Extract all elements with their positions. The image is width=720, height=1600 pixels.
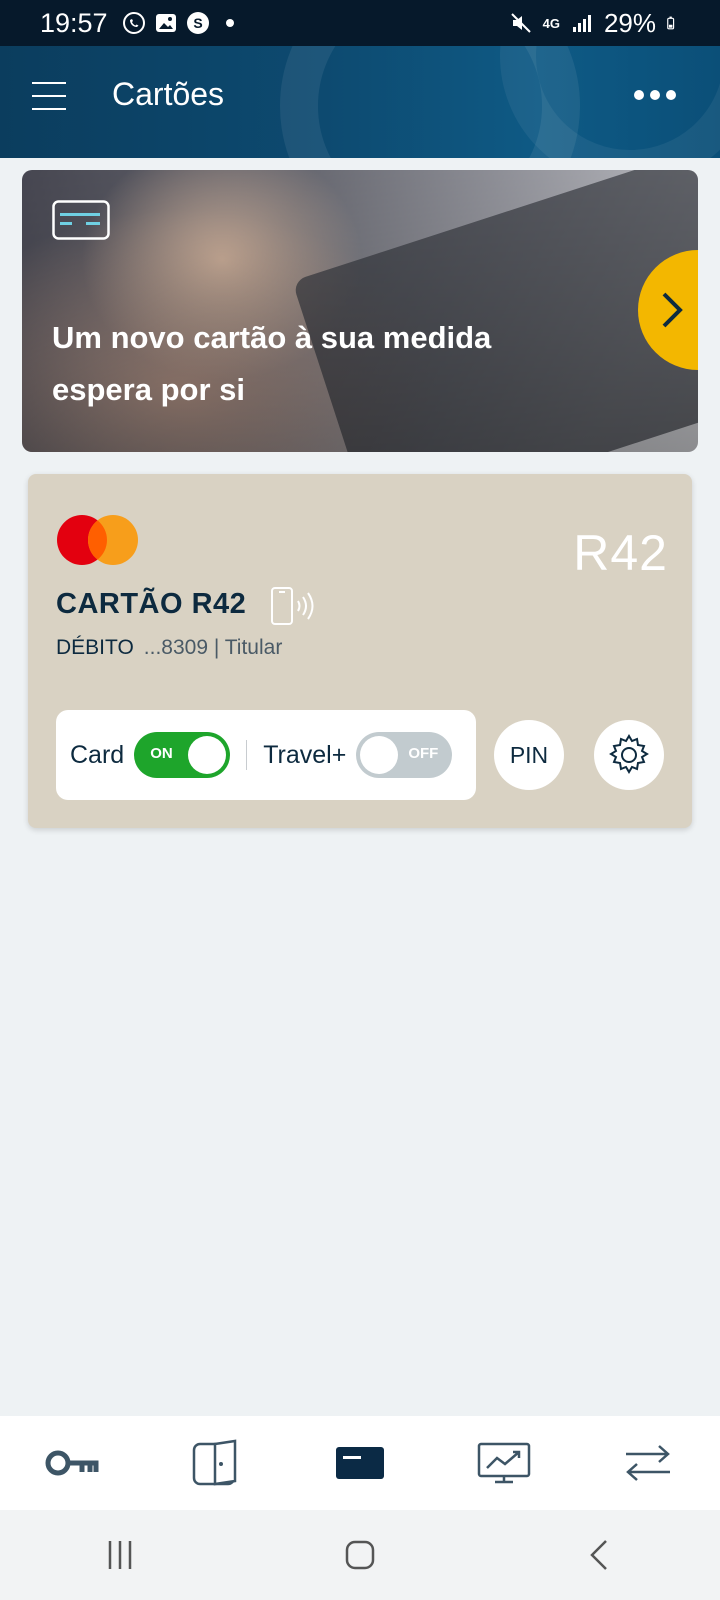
card-number: ...8309 | Titular: [143, 636, 283, 659]
home-icon[interactable]: [344, 1539, 376, 1571]
gallery-icon: [155, 14, 176, 32]
app-header: Cartões: [0, 46, 720, 158]
signal-icon: [572, 15, 591, 32]
settings-button[interactable]: [594, 720, 664, 790]
battery-icon: [667, 16, 675, 30]
dot-icon: [225, 19, 234, 27]
gear-icon: [609, 734, 649, 774]
network-label: 4G: [542, 15, 560, 31]
key-icon: [45, 1450, 99, 1476]
card-controls: Card ON Travel+ OFF: [56, 710, 476, 800]
pin-label: PIN: [509, 741, 549, 768]
recents-icon[interactable]: [104, 1539, 136, 1571]
battery-level: 29%: [603, 7, 656, 38]
page-title: Cartões: [112, 76, 225, 112]
whatsapp-icon: [122, 12, 145, 34]
card-type-label: DÉBITO: [56, 636, 134, 659]
hamburger-icon[interactable]: [32, 82, 66, 112]
mastercard-logo: [57, 515, 138, 565]
status-time: 19:57: [40, 7, 108, 38]
brand-logo: R42: [573, 525, 668, 581]
promo-banner[interactable]: Um novo cartão à sua medida espera por s…: [22, 170, 698, 452]
card-name: CARTÃO R42: [56, 588, 247, 620]
svg-text:S: S: [193, 15, 202, 31]
travel-toggle[interactable]: OFF: [356, 732, 453, 778]
pin-button[interactable]: PIN: [494, 720, 564, 790]
contactless-phone-icon: [271, 587, 314, 625]
travel-toggle-state: OFF: [408, 745, 439, 762]
more-icon[interactable]: [634, 90, 676, 100]
status-bar: 19:57 S 4G 29%: [0, 0, 720, 46]
card-toggle-state: ON: [150, 745, 173, 762]
bottom-nav: [0, 1416, 720, 1510]
nav-item-wallet[interactable]: [181, 1433, 251, 1493]
transfer-icon: [626, 1445, 670, 1481]
chart-monitor-icon: [477, 1442, 531, 1484]
card-outline-icon: [52, 200, 110, 240]
banner-text: Um novo cartão à sua medida espera por s…: [52, 320, 492, 407]
header-decoration: [500, 46, 720, 158]
s-app-icon: S: [186, 12, 209, 34]
nav-item-key[interactable]: [37, 1433, 107, 1493]
nav-item-cards[interactable]: [325, 1433, 395, 1493]
wallet-icon: [192, 1439, 237, 1486]
nav-item-transfers[interactable]: [613, 1433, 683, 1493]
chevron-right-icon: [662, 292, 683, 328]
card-panel[interactable]: R42 CARTÃO R42 DÉBITO ...8309 | Titular C…: [28, 474, 692, 828]
travel-toggle-label: Travel+: [263, 740, 347, 769]
card-type: DÉBITO ...8309 | Titular: [56, 636, 282, 660]
nav-item-investments[interactable]: [469, 1433, 539, 1493]
card-toggle[interactable]: ON: [134, 732, 231, 778]
back-icon[interactable]: [584, 1539, 616, 1571]
card-icon: [336, 1447, 384, 1479]
system-nav: [0, 1510, 720, 1600]
card-toggle-label: Card: [70, 740, 125, 769]
divider: [246, 740, 248, 770]
mute-icon: [510, 13, 531, 33]
